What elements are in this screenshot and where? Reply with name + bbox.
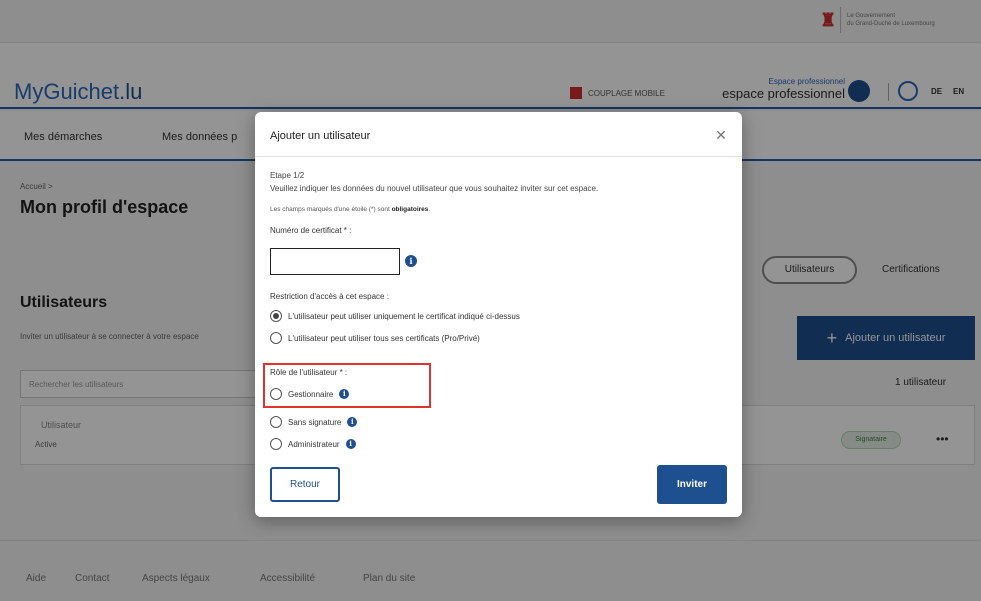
required-word: obligatoires — [391, 206, 429, 213]
role-label: Rôle de l'utilisateur * : — [270, 368, 348, 377]
info-icon[interactable]: i — [345, 439, 356, 449]
radio-role-gestionnaire[interactable]: Gestionnaire i — [270, 388, 350, 400]
invite-button[interactable]: Inviter — [657, 465, 727, 504]
info-icon[interactable]: i — [339, 389, 350, 399]
add-user-dialog: Ajouter un utilisateur ✕ Etape 1/2 Veuil… — [255, 112, 742, 517]
radio-button[interactable] — [270, 310, 282, 322]
radio-restriction-certificate[interactable]: L'utilisateur peut utiliser uniquement l… — [270, 310, 520, 322]
info-icon[interactable]: i — [347, 417, 358, 427]
radio-label: L'utilisateur peut utiliser uniquement l… — [288, 311, 520, 321]
radio-restriction-all[interactable]: L'utilisateur peut utiliser tous ses cer… — [270, 332, 480, 344]
required-fields-note: Les champs marqués d'une étoile (*) sont… — [270, 206, 431, 213]
certificate-number-input[interactable] — [270, 248, 400, 275]
radio-role-administrateur[interactable]: Administrateur i — [270, 438, 356, 450]
required-note-text: Les champs marqués d'une étoile (*) sont — [270, 206, 392, 213]
radio-button[interactable] — [270, 416, 282, 428]
radio-button[interactable] — [270, 438, 282, 450]
dialog-instruction: Veuillez indiquer les données du nouvel … — [270, 184, 599, 193]
back-button[interactable]: Retour — [270, 467, 340, 502]
radio-label: L'utilisateur peut utiliser tous ses cer… — [288, 333, 480, 343]
radio-button[interactable] — [270, 388, 282, 400]
restriction-label: Restriction d'accès à cet espace : — [270, 292, 389, 301]
radio-label: Sans signature — [288, 417, 342, 427]
radio-role-sans-signature[interactable]: Sans signature i — [270, 416, 358, 428]
radio-selected-dot — [273, 313, 279, 319]
radio-label: Administrateur — [288, 439, 340, 449]
dialog-title: Ajouter un utilisateur — [270, 130, 371, 142]
step-indicator: Etape 1/2 — [270, 171, 305, 180]
dialog-divider — [255, 156, 742, 157]
info-icon[interactable]: i — [405, 255, 417, 267]
close-icon[interactable]: ✕ — [712, 126, 730, 144]
radio-label: Gestionnaire — [288, 389, 334, 399]
certificate-number-label: Numéro de certificat * : — [270, 226, 352, 235]
radio-button[interactable] — [270, 332, 282, 344]
